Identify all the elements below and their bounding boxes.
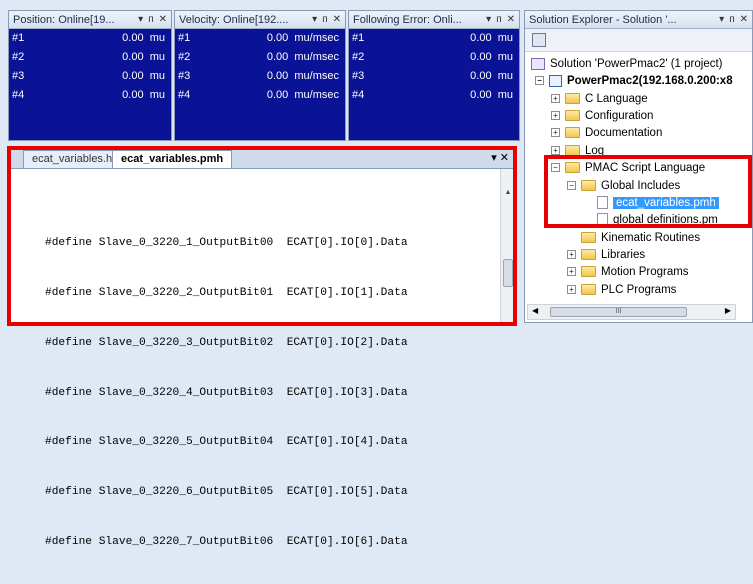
scroll-left-icon[interactable]: ◀ bbox=[532, 306, 538, 315]
solution-explorer-title: Solution Explorer - Solution '... bbox=[529, 13, 677, 26]
expand-icon[interactable]: + bbox=[551, 146, 560, 155]
watch-row[interactable]: #2 0.00 mu bbox=[349, 48, 519, 67]
following-error-watch-list: #1 0.00 mu #2 0.00 mu #3 0.00 mu #4 0.00 mu bbox=[349, 29, 519, 140]
collapse-icon[interactable]: − bbox=[567, 181, 576, 190]
position-watch-list: #1 0.00 mu #2 0.00 mu #3 0.00 mu #4 0.00 mu bbox=[9, 29, 171, 140]
watch-row[interactable]: #2 0.00 mu/msec bbox=[175, 48, 345, 67]
folder-icon bbox=[565, 93, 580, 104]
expand-icon[interactable]: + bbox=[567, 285, 576, 294]
tab-ecat-variables-pmh[interactable]: ecat_variables.pmh bbox=[112, 150, 233, 168]
watch-row[interactable]: #3 0.00 mu/msec bbox=[175, 67, 345, 86]
dropdown-icon[interactable]: ▾ bbox=[719, 14, 724, 25]
open-folder-icon bbox=[565, 162, 580, 173]
scroll-up-icon[interactable]: ▲ bbox=[501, 189, 515, 196]
tree-node-configuration[interactable]: + Configuration bbox=[551, 107, 653, 124]
close-icon[interactable]: ✕ bbox=[740, 14, 748, 25]
position-panel-titlebar[interactable]: Position: Online[19... ▾ ᴨ ✕ bbox=[9, 11, 171, 29]
tree-node-log[interactable]: + Log bbox=[551, 142, 604, 159]
solution-explorer-panel: Solution Explorer - Solution '... ▾ ᴨ ✕ … bbox=[524, 10, 753, 323]
tree-node-ecat-variables-pmh[interactable]: ecat_variables.pmh bbox=[597, 194, 719, 211]
folder-icon bbox=[565, 145, 580, 156]
watch-row[interactable]: #1 0.00 mu/msec bbox=[175, 29, 345, 48]
tab-ecat-variables-h[interactable]: ecat_variables.h bbox=[23, 150, 122, 168]
scroll-thumb[interactable]: III bbox=[550, 307, 687, 317]
watch-row[interactable]: #2 0.00 mu bbox=[9, 48, 171, 67]
tree-node-pmac-script-language[interactable]: − PMAC Script Language bbox=[551, 159, 705, 176]
tree-node-plc-programs[interactable]: + PLC Programs bbox=[567, 281, 676, 298]
code-line: #define Slave_0_3220_6_OutputBit05 ECAT[… bbox=[45, 486, 408, 499]
tree-node-c-language[interactable]: + C Language bbox=[551, 90, 648, 107]
tree-node-motion-programs[interactable]: + Motion Programs bbox=[567, 263, 689, 280]
pin-icon[interactable]: ᴨ bbox=[729, 14, 734, 25]
velocity-panel-titlebar[interactable]: Velocity: Online[192.... ▾ ᴨ ✕ bbox=[175, 11, 345, 29]
following-error-panel-title: Following Error: Onli... bbox=[353, 13, 462, 26]
folder-icon bbox=[581, 249, 596, 260]
code-line: #define Slave_0_3220_7_OutputBit06 ECAT[… bbox=[45, 535, 408, 548]
pin-icon[interactable]: ᴨ bbox=[148, 14, 153, 25]
folder-icon bbox=[581, 284, 596, 295]
editor-vertical-scrollbar[interactable]: ▲ bbox=[500, 169, 515, 322]
scroll-thumb[interactable] bbox=[503, 259, 513, 287]
expand-icon[interactable]: + bbox=[551, 111, 560, 120]
editor-tab-strip: ecat_variables.h ecat_variables.pmh ▾ ✕ bbox=[9, 148, 515, 169]
tree-horizontal-scrollbar[interactable]: ◀ III ▶ bbox=[527, 304, 736, 320]
watch-row[interactable]: #4 0.00 mu bbox=[9, 86, 171, 105]
pin-icon[interactable]: ᴨ bbox=[322, 14, 327, 25]
expand-icon[interactable]: + bbox=[567, 267, 576, 276]
code-line: #define Slave_0_3220_1_OutputBit00 ECAT[… bbox=[45, 237, 408, 250]
dropdown-icon[interactable]: ▾ bbox=[138, 14, 143, 25]
tree-node-documentation[interactable]: + Documentation bbox=[551, 124, 662, 141]
watch-row[interactable]: #4 0.00 mu/msec bbox=[175, 86, 345, 105]
close-icon[interactable]: ✕ bbox=[507, 14, 515, 25]
dropdown-icon[interactable]: ▾ bbox=[486, 14, 491, 25]
pin-icon[interactable]: ᴨ bbox=[496, 14, 501, 25]
watch-row[interactable]: #1 0.00 mu bbox=[9, 29, 171, 48]
watch-row[interactable]: #3 0.00 mu bbox=[9, 67, 171, 86]
tree-node-kinematic-routines[interactable]: Kinematic Routines bbox=[581, 229, 700, 246]
folder-icon bbox=[581, 266, 596, 277]
open-folder-icon bbox=[581, 180, 596, 191]
code-text[interactable]: #define Slave_0_3220_1_OutputBit00 ECAT[… bbox=[45, 202, 408, 584]
tree-node-libraries[interactable]: + Libraries bbox=[567, 246, 645, 263]
code-line: #define Slave_0_3220_3_OutputBit02 ECAT[… bbox=[45, 336, 408, 349]
solution-explorer-toolbar bbox=[525, 29, 752, 52]
folder-icon bbox=[565, 110, 580, 121]
folder-icon bbox=[581, 232, 596, 243]
solution-icon bbox=[531, 57, 545, 70]
expand-icon[interactable]: + bbox=[551, 94, 560, 103]
code-line: #define Slave_0_3220_5_OutputBit04 ECAT[… bbox=[45, 436, 408, 449]
tree-node-solution[interactable]: Solution 'PowerPmac2' (1 project) bbox=[531, 55, 723, 72]
tree-node-project[interactable]: − PowerPmac2(192.168.0.200:x8 bbox=[535, 72, 733, 89]
file-icon bbox=[597, 213, 608, 226]
tree-node-global-definitions[interactable]: global definitions.pm bbox=[597, 211, 718, 228]
solution-explorer-titlebar[interactable]: Solution Explorer - Solution '... ▾ ᴨ ✕ bbox=[525, 11, 752, 29]
folder-icon bbox=[565, 127, 580, 138]
expand-icon[interactable]: + bbox=[551, 128, 560, 137]
velocity-panel-title: Velocity: Online[192.... bbox=[179, 13, 289, 26]
code-line: #define Slave_0_3220_2_OutputBit01 ECAT[… bbox=[45, 286, 408, 299]
close-icon[interactable]: ✕ bbox=[333, 14, 341, 25]
following-error-watch-panel: Following Error: Onli... ▾ ᴨ ✕ #1 0.00 mu… bbox=[348, 10, 520, 141]
watch-row[interactable]: #3 0.00 mu bbox=[349, 67, 519, 86]
code-line: #define Slave_0_3220_4_OutputBit03 ECAT[… bbox=[45, 386, 408, 399]
dropdown-icon[interactable]: ▾ bbox=[312, 14, 317, 25]
properties-icon[interactable] bbox=[532, 33, 546, 47]
following-error-panel-titlebar[interactable]: Following Error: Onli... ▾ ᴨ ✕ bbox=[349, 11, 519, 29]
velocity-watch-list: #1 0.00 mu/msec #2 0.00 mu/msec #3 0.00 mu/… bbox=[175, 29, 345, 140]
project-icon bbox=[549, 74, 562, 87]
file-icon bbox=[597, 196, 608, 209]
collapse-icon[interactable]: − bbox=[551, 163, 560, 172]
watch-row[interactable]: #4 0.00 mu bbox=[349, 86, 519, 105]
code-editor[interactable]: ecat_variables.h ecat_variables.pmh ▾ ✕ … bbox=[8, 147, 516, 548]
tab-controls[interactable]: ▾ ✕ bbox=[491, 151, 509, 164]
velocity-watch-panel: Velocity: Online[192.... ▾ ᴨ ✕ #1 0.00 mu… bbox=[174, 10, 346, 141]
position-panel-title: Position: Online[19... bbox=[13, 13, 115, 26]
close-icon[interactable]: ✕ bbox=[159, 14, 167, 25]
expand-icon[interactable]: + bbox=[567, 250, 576, 259]
position-watch-panel: Position: Online[19... ▾ ᴨ ✕ #1 0.00 mu #… bbox=[8, 10, 172, 141]
collapse-icon[interactable]: − bbox=[535, 76, 544, 85]
watch-row[interactable]: #1 0.00 mu bbox=[349, 29, 519, 48]
tree-node-global-includes[interactable]: − Global Includes bbox=[567, 177, 680, 194]
scroll-right-icon[interactable]: ▶ bbox=[725, 306, 731, 315]
